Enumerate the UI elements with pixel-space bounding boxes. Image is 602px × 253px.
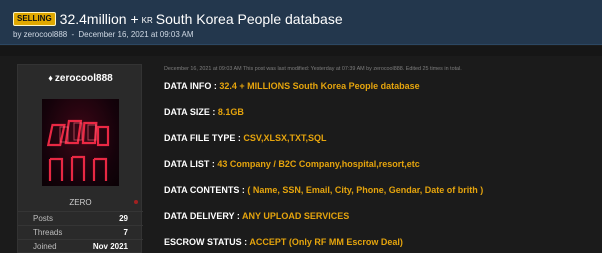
stat-label: Posts (33, 214, 54, 223)
line-label: DATA FILE TYPE : (164, 133, 241, 143)
stat-row-posts: Posts 29 (18, 211, 143, 225)
post-meta: December 16, 2021 at 09:03 AM This post … (164, 66, 462, 72)
line-label: DATA SIZE : (164, 107, 216, 117)
username[interactable]: ♦ zerocool888 (18, 73, 143, 84)
diamond-icon: ♦ (48, 73, 53, 83)
post-line-data-size: DATA SIZE : 8.1GB (164, 107, 244, 117)
line-label: DATA CONTENTS : (164, 185, 245, 195)
user-rank: ZERO (69, 198, 92, 207)
post-line-data-delivery: DATA DELIVERY : ANY UPLOAD SERVICES (164, 211, 349, 221)
post-line-data-list: DATA LIST : 43 Company / B2C Company,hos… (164, 159, 420, 169)
line-value: ( Name, SSN, Email, City, Phone, Gendar,… (247, 185, 484, 195)
thread-date: December 16, 2021 at 09:03 AM (78, 30, 194, 39)
user-stats: Posts 29 Threads 7 Joined Nov 2021 (18, 211, 143, 253)
status-indicator (134, 200, 138, 204)
avatar-image (46, 119, 110, 181)
line-value: CSV,XLSX,TXT,SQL (243, 133, 327, 143)
line-value: ACCEPT (Only RF MM Escrow Deal) (249, 237, 403, 247)
thread-title-part1: 32.4million + (59, 11, 139, 27)
user-info-panel: ♦ zerocool888 ZERO Posts 29 Threads 7 Jo… (17, 64, 143, 253)
line-value: 43 Company / B2C Company,hospital,resort… (217, 159, 420, 169)
header-divider (0, 46, 602, 56)
stat-value: Nov 2021 (92, 242, 128, 251)
post-line-data-contents: DATA CONTENTS : ( Name, SSN, Email, City… (164, 185, 483, 195)
line-label: DATA LIST : (164, 159, 215, 169)
stat-value: 7 (123, 228, 128, 237)
thread-title-row: SELLING 32.4million + KR South Korea Peo… (13, 11, 343, 27)
line-value: 8.1GB (217, 107, 244, 117)
thread-prefix-badge[interactable]: SELLING (13, 12, 56, 26)
username-text[interactable]: zerocool888 (55, 73, 113, 84)
thread-header: SELLING 32.4million + KR South Korea Peo… (0, 0, 602, 45)
line-label: ESCROW STATUS : (164, 237, 248, 247)
stat-value: 29 (119, 214, 128, 223)
thread-byline: by zerocool888 - December 16, 2021 at 09… (13, 30, 194, 39)
stat-row-joined: Joined Nov 2021 (18, 239, 143, 253)
line-label: DATA DELIVERY : (164, 211, 240, 221)
stat-row-threads: Threads 7 (18, 225, 143, 239)
byline-separator: - (69, 30, 77, 39)
byline-by: by (13, 30, 24, 39)
avatar[interactable] (42, 99, 119, 186)
flag-icon: KR (141, 15, 153, 25)
thread-author-link[interactable]: zerocool888 (24, 30, 68, 39)
thread-title-part2: South Korea People database (155, 11, 343, 27)
post-body: December 16, 2021 at 09:03 AM This post … (164, 64, 602, 253)
line-label: DATA INFO : (164, 81, 217, 91)
stat-label: Threads (33, 228, 63, 237)
post-line-data-file-type: DATA FILE TYPE : CSV,XLSX,TXT,SQL (164, 133, 327, 143)
line-value: 32.4 + MILLIONS South Korea People datab… (219, 81, 420, 91)
post-line-data-info: DATA INFO : 32.4 + MILLIONS South Korea … (164, 81, 420, 91)
post-line-escrow-status: ESCROW STATUS : ACCEPT (Only RF MM Escro… (164, 237, 403, 247)
line-value: ANY UPLOAD SERVICES (242, 211, 350, 221)
stat-label: Joined (33, 242, 57, 251)
